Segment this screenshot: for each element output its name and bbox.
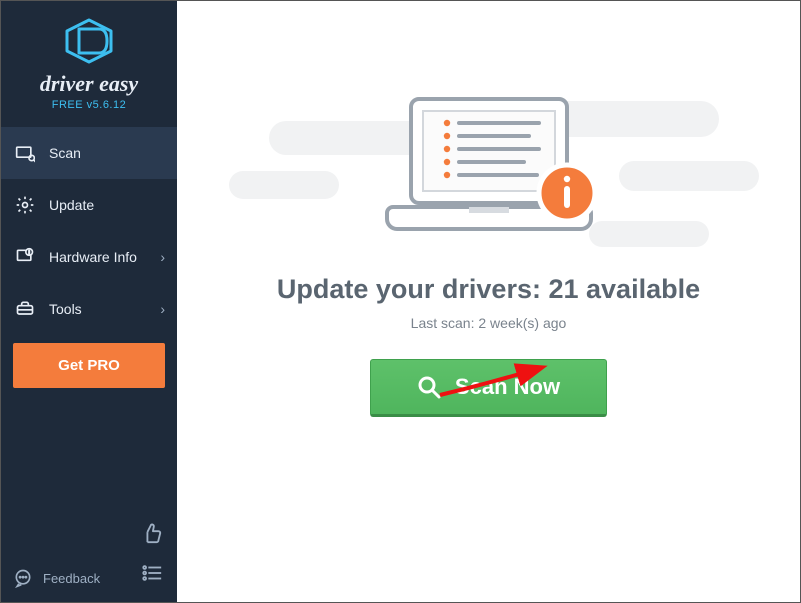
main-panel: Update your drivers: 21 available Last s… [177, 1, 800, 602]
app-version: FREE v5.6.12 [1, 99, 177, 111]
thumbs-up-icon[interactable] [141, 522, 163, 550]
tools-icon [15, 299, 35, 319]
sidebar-item-label: Tools [49, 301, 82, 317]
get-pro-label: Get PRO [58, 357, 120, 374]
sidebar-item-update[interactable]: Update [1, 179, 177, 231]
sidebar-item-scan[interactable]: Scan [1, 127, 177, 179]
get-pro-button[interactable]: Get PRO [13, 343, 165, 388]
hardware-icon: i [15, 247, 35, 267]
scan-now-label: Scan Now [455, 374, 560, 400]
search-icon [417, 375, 441, 399]
sidebar-item-label: Hardware Info [49, 249, 137, 265]
last-scan-label: Last scan: 2 week(s) ago [411, 315, 567, 331]
scan-now-button[interactable]: Scan Now [370, 359, 607, 417]
sidebar-item-tools[interactable]: Tools › [1, 283, 177, 335]
sidebar: driver easy FREE v5.6.12 Scan [1, 1, 177, 602]
scan-icon [15, 143, 35, 163]
list-icon[interactable] [141, 563, 163, 588]
sidebar-nav: Scan Update i [1, 127, 177, 335]
feedback-label: Feedback [43, 571, 100, 586]
sidebar-item-label: Scan [49, 145, 81, 161]
headline: Update your drivers: 21 available [277, 274, 700, 305]
headline-suffix: available [579, 274, 701, 304]
available-count: 21 [548, 274, 578, 304]
chevron-right-icon: › [160, 301, 165, 317]
headline-prefix: Update your drivers: [277, 274, 549, 304]
svg-text:i: i [29, 251, 30, 257]
laptop-illustration [369, 91, 609, 246]
app-logo-icon [61, 17, 117, 65]
gear-icon [15, 195, 35, 215]
sidebar-item-label: Update [49, 197, 94, 213]
feedback-icon [13, 568, 33, 588]
app-name: driver easy [1, 71, 177, 97]
chevron-right-icon: › [160, 249, 165, 265]
app-logo-block: driver easy FREE v5.6.12 [1, 1, 177, 121]
sidebar-item-hardware[interactable]: i Hardware Info › [1, 231, 177, 283]
